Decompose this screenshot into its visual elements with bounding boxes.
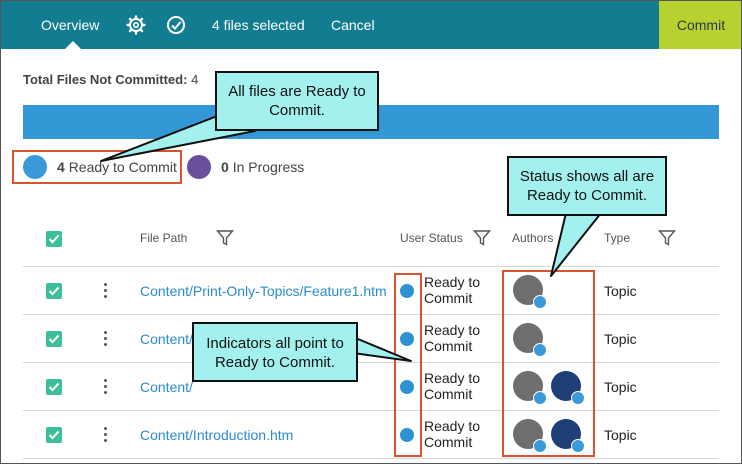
row-divider [23, 458, 719, 459]
gear-icon[interactable] [126, 15, 146, 35]
more-options-icon[interactable] [102, 379, 108, 397]
row-checkbox[interactable] [46, 331, 62, 347]
row-checkbox[interactable] [46, 427, 62, 443]
file-type: Topic [604, 427, 637, 443]
legend-callout: All files are Ready to Commit. [215, 71, 379, 131]
row-checkbox[interactable] [46, 379, 62, 395]
file-path-link[interactable]: Content/Introduction.htm [140, 427, 293, 443]
file-path-link[interactable]: Content/ [140, 379, 193, 395]
user-status-text: Ready to Commit [424, 322, 481, 354]
row-checkbox[interactable] [46, 283, 62, 299]
tab-overview[interactable]: Overview [41, 1, 99, 49]
table-row[interactable]: Content/ Ready to Commit Topic [1, 315, 741, 363]
file-type: Topic [604, 283, 637, 299]
selection-count: 4 files selected [212, 17, 305, 33]
active-tab-indicator [65, 41, 81, 49]
more-options-icon[interactable] [102, 427, 108, 445]
more-options-icon[interactable] [102, 331, 108, 349]
top-toolbar: Overview 4 files selected Cancel Commit [1, 1, 741, 49]
user-status-text: Ready to Commit [424, 418, 481, 450]
file-type: Topic [604, 379, 637, 395]
more-options-icon[interactable] [102, 283, 108, 301]
column-user-status: User Status [400, 231, 463, 245]
file-path-link[interactable]: Content/ [140, 331, 193, 347]
table-row[interactable]: Content/ Ready to Commit Topic [1, 363, 741, 411]
table-row[interactable]: Content/Introduction.htm Ready to Commit… [1, 411, 741, 459]
filter-icon[interactable] [215, 229, 235, 247]
filter-icon[interactable] [657, 229, 677, 247]
select-all-checkbox[interactable] [46, 231, 62, 247]
user-status-text: Ready to Commit [424, 274, 481, 306]
check-circle-icon[interactable] [166, 15, 186, 35]
total-label: Total Files Not Committed: [23, 72, 188, 87]
progress-label: In Progress [232, 159, 305, 175]
file-type: Topic [604, 331, 637, 347]
indicator-highlight-box [394, 273, 422, 457]
in-progress-dot [187, 155, 211, 179]
total-not-committed: Total Files Not Committed: 4 [23, 72, 198, 87]
authors-highlight-box [502, 270, 595, 457]
column-file-path: File Path [140, 231, 188, 245]
indicator-callout: Indicators all point to Ready to Commit. [192, 322, 358, 382]
filter-icon[interactable] [472, 229, 492, 247]
tab-overview-label: Overview [41, 17, 100, 33]
legend-progress-text: 0 In Progress [221, 159, 304, 175]
column-authors: Authors [512, 231, 554, 245]
column-type: Type [604, 231, 631, 245]
total-value: 4 [191, 72, 199, 87]
user-status-text: Ready to Commit [424, 370, 481, 402]
table-row[interactable]: Content/Print-Only-Topics/Feature1.htm R… [1, 267, 741, 315]
app-frame: Overview 4 files selected Cancel Commit … [0, 0, 742, 464]
cancel-button[interactable]: Cancel [331, 1, 375, 49]
file-path-link[interactable]: Content/Print-Only-Topics/Feature1.htm [140, 283, 387, 299]
commit-button[interactable]: Commit [659, 1, 741, 49]
legend-highlight-box [12, 150, 182, 184]
status-callout: Status shows all are Ready to Commit. [507, 156, 667, 216]
progress-count: 0 [221, 159, 229, 175]
